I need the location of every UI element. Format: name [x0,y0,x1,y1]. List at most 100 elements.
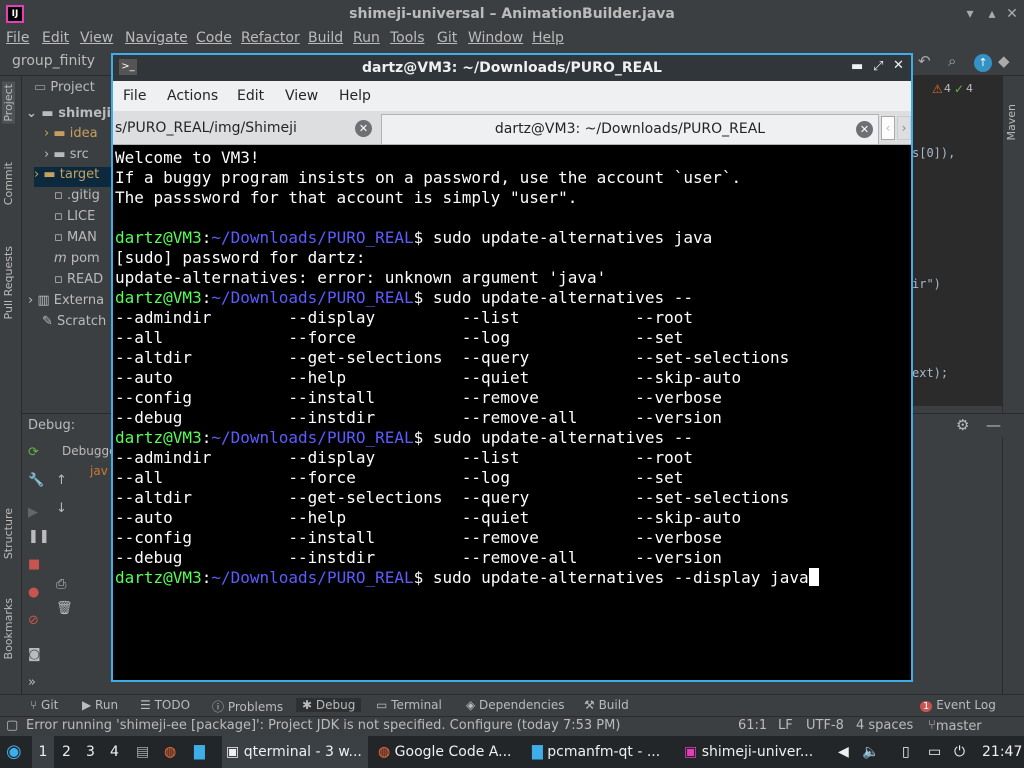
code-editor[interactable]: ⚠ 4 ✓ 4 s[0]), ir") ext); [912,76,1002,406]
status-message[interactable]: Error running 'shimeji-ee [package]': Pr… [26,718,620,733]
minimize-icon[interactable]: ▾ [960,4,980,24]
indent-setting[interactable]: 4 spaces [856,718,913,733]
close-icon[interactable]: ✕ [893,58,904,73]
tree-item[interactable]: › ▬ target [34,167,112,187]
file-encoding[interactable]: UTF-8 [806,718,844,733]
stop-icon[interactable]: ■ [28,557,40,572]
tree-item[interactable]: ▫ .gitig [54,188,100,208]
project-root[interactable]: ⌄ ▬ shimeji [26,106,111,126]
terminal-title-bar[interactable]: >_ dartz@VM3: ~/Downloads/PURO_REAL ▬ ⤢ … [113,55,911,81]
terminal-output[interactable]: Welcome to VM3! If a buggy program insist… [113,146,911,680]
menu-edit[interactable]: Edit [237,88,264,104]
caret-position[interactable]: 61:1 [738,718,767,733]
rerun-icon[interactable]: ⟳ [28,445,39,460]
tree-item[interactable]: ▫ LICE [54,209,95,229]
tray-expand-icon[interactable]: ◀ [838,736,849,768]
line-separator[interactable]: LF [778,718,793,733]
print-icon[interactable]: ⎙ [56,577,66,592]
project-header[interactable]: ▭ Project [34,80,95,100]
menu-file[interactable]: File [123,88,146,104]
tool-todo[interactable]: ☰ TODO [140,698,190,712]
task-intellij[interactable]: ▣ shimeji-univer... [684,736,813,768]
pause-icon[interactable]: ❚❚ [28,529,50,544]
task-pcmanfm[interactable]: ▇ pcmanfm-qt - ... [532,736,660,768]
tool-dependencies[interactable]: ◈ Dependencies [466,698,564,712]
ide-logo-icon[interactable]: ◆ [998,52,1010,70]
terminal-launcher-icon[interactable]: ▤ [136,736,149,768]
tool-bookmarks[interactable]: Bookmarks [2,598,15,659]
menu-help[interactable]: Help [532,30,564,46]
more-icon[interactable]: » [28,675,36,690]
tool-run[interactable]: ▶ Run [82,698,118,712]
tool-build[interactable]: ⚒ Build [584,698,629,712]
tool-problems[interactable]: ⓘ Problems [212,698,283,715]
tool-maven[interactable]: Maven [1005,104,1018,140]
tool-commit[interactable]: Commit [2,162,15,205]
menu-refactor[interactable]: Refactor [241,30,300,46]
close-tab-icon[interactable]: ✕ [856,121,873,138]
terminal-tab-active[interactable]: dartz@VM3: ~/Downloads/PURO_REAL ✕ [381,114,879,144]
hide-panel-icon[interactable]: — [986,416,1001,434]
tab-scroll-right-icon[interactable]: › [897,116,911,140]
tree-item[interactable]: › ▬ idea [44,126,98,146]
close-icon[interactable]: ✕ [1002,4,1022,24]
task-qterminal[interactable]: ▣ qterminal - 3 w... [222,736,368,768]
maximize-icon[interactable]: ▴ [982,4,1002,24]
resume-icon[interactable]: ▶ [28,505,38,520]
workspace-1[interactable]: 1 [32,736,54,768]
menu-code[interactable]: Code [196,30,232,46]
terminal-tab[interactable]: s/PURO_REAL/img/Shimeji ✕ [113,114,379,144]
file-manager-icon[interactable]: ▇ [194,736,205,768]
minimize-icon[interactable]: ▬ [851,59,863,74]
tree-item[interactable]: › ▬ src [44,147,89,167]
tree-item[interactable]: ✎ Scratch [42,314,106,334]
step-down-icon[interactable]: ↓ [56,501,67,516]
mute-breakpoints-icon[interactable]: ⊘ [28,613,39,628]
clock[interactable]: 21:47 [982,736,1022,768]
tree-item[interactable]: ▫ READ [54,272,103,292]
tool-terminal[interactable]: ▭ Terminal [376,698,442,712]
workspace-4[interactable]: 4 [110,736,119,768]
search-icon[interactable]: ⌕ [948,52,956,70]
menu-navigate[interactable]: Navigate [125,30,188,46]
tool-debug[interactable]: ✱ Debug [296,698,362,712]
tree-item[interactable]: m pom [54,251,100,271]
menu-run[interactable]: Run [353,30,380,46]
breadcrumb[interactable]: group_finity [12,53,95,69]
tree-item[interactable]: ▫ MAN [54,230,97,250]
trash-icon[interactable]: 🗑 [56,601,73,616]
menu-view[interactable]: View [285,88,318,104]
menu-help[interactable]: Help [339,88,371,104]
settings-icon[interactable]: ⚙ [956,416,969,434]
tool-structure[interactable]: Structure [2,508,15,559]
camera-icon[interactable]: ◙ [28,647,41,662]
breakpoints-icon[interactable]: ● [28,585,39,600]
menu-file[interactable]: File [6,30,29,46]
wrench-icon[interactable]: 🔧 [28,473,44,488]
maximize-icon[interactable]: ⤢ [873,59,883,74]
power-icon[interactable]: ⏻ [954,736,965,768]
step-up-icon[interactable]: ↑ [56,473,67,488]
task-firefox[interactable]: ◍ Google Code A... [378,736,511,768]
tool-pull-requests[interactable]: Pull Requests [2,246,15,319]
tool-project[interactable]: Project [2,82,15,124]
menu-tools[interactable]: Tools [390,30,425,46]
volume-icon[interactable]: 🔈 [862,736,879,768]
firefox-icon[interactable]: ◍ [164,736,176,768]
workspace-3[interactable]: 3 [86,736,95,768]
terminal-window[interactable]: >_ dartz@VM3: ~/Downloads/PURO_REAL ▬ ⤢ … [111,53,913,682]
menu-git[interactable]: Git [437,30,457,46]
update-icon[interactable]: ↑ [974,54,992,72]
event-log[interactable]: 1 Event Log [920,698,996,712]
menu-build[interactable]: Build [308,30,343,46]
menu-actions[interactable]: Actions [167,88,218,104]
undo-icon[interactable]: ↶ [918,52,931,70]
close-tab-icon[interactable]: ✕ [355,120,372,137]
tree-item[interactable]: › ▥ Externa [28,293,104,313]
clipboard-icon[interactable]: ▯ [902,736,910,768]
app-launcher-icon[interactable]: ◉ [6,736,22,768]
tool-git[interactable]: ⑂ Git [30,698,58,712]
menu-edit[interactable]: Edit [42,30,69,46]
network-icon[interactable]: ▭ [928,736,941,768]
menu-window[interactable]: Window [468,30,523,46]
